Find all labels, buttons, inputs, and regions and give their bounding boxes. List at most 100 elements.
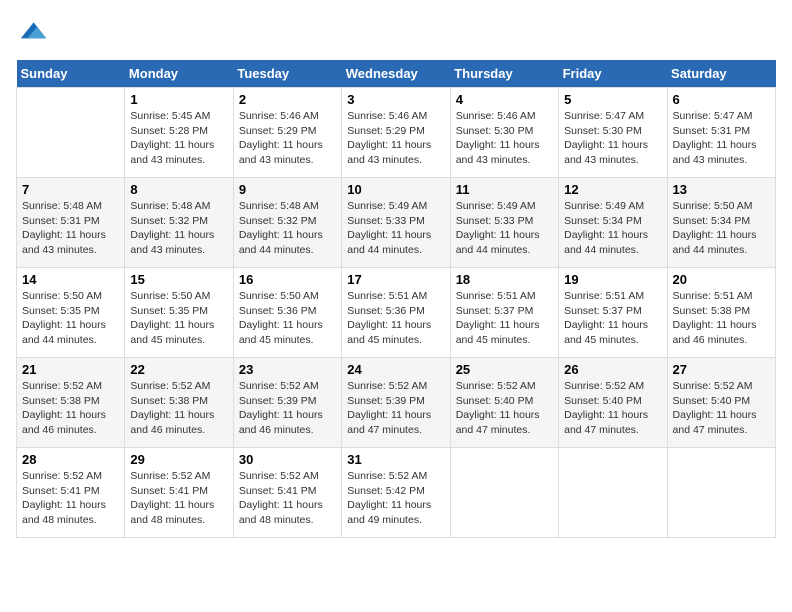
day-info: Sunrise: 5:48 AM Sunset: 5:32 PM Dayligh… <box>239 199 336 258</box>
day-cell: 10 Sunrise: 5:49 AM Sunset: 5:33 PM Dayli… <box>342 178 450 268</box>
day-info: Sunrise: 5:48 AM Sunset: 5:32 PM Dayligh… <box>130 199 227 258</box>
day-cell: 29 Sunrise: 5:52 AM Sunset: 5:41 PM Dayli… <box>125 448 233 538</box>
day-number: 14 <box>22 272 119 287</box>
day-number: 17 <box>347 272 444 287</box>
day-cell: 22Sunrise: 5:52 AM Sunset: 5:38 PM Dayli… <box>125 358 233 448</box>
day-info: Sunrise: 5:52 AM Sunset: 5:42 PM Dayligh… <box>347 469 444 528</box>
day-cell: 14 Sunrise: 5:50 AM Sunset: 5:35 PM Dayli… <box>17 268 125 358</box>
day-cell: 4 Sunrise: 5:46 AM Sunset: 5:30 PM Daylig… <box>450 88 558 178</box>
day-cell: 3 Sunrise: 5:46 AM Sunset: 5:29 PM Daylig… <box>342 88 450 178</box>
header-cell-tuesday: Tuesday <box>233 60 341 88</box>
day-info: Sunrise: 5:50 AM Sunset: 5:35 PM Dayligh… <box>130 289 227 348</box>
logo <box>16 16 52 48</box>
day-number: 30 <box>239 452 336 467</box>
logo-icon <box>16 16 48 48</box>
week-row-4: 21Sunrise: 5:52 AM Sunset: 5:38 PM Dayli… <box>17 358 776 448</box>
day-cell: 19 Sunrise: 5:51 AM Sunset: 5:37 PM Dayli… <box>559 268 667 358</box>
header-cell-monday: Monday <box>125 60 233 88</box>
day-info: Sunrise: 5:52 AM Sunset: 5:40 PM Dayligh… <box>673 379 770 438</box>
day-cell: 21Sunrise: 5:52 AM Sunset: 5:38 PM Dayli… <box>17 358 125 448</box>
day-info: Sunrise: 5:52 AM Sunset: 5:41 PM Dayligh… <box>22 469 119 528</box>
day-cell: 2Sunrise: 5:46 AM Sunset: 5:29 PM Daylig… <box>233 88 341 178</box>
day-info: Sunrise: 5:51 AM Sunset: 5:37 PM Dayligh… <box>564 289 661 348</box>
day-info: Sunrise: 5:46 AM Sunset: 5:29 PM Dayligh… <box>347 109 444 168</box>
day-number: 25 <box>456 362 553 377</box>
day-cell: 5 Sunrise: 5:47 AM Sunset: 5:30 PM Daylig… <box>559 88 667 178</box>
day-cell: 9 Sunrise: 5:48 AM Sunset: 5:32 PM Daylig… <box>233 178 341 268</box>
day-number: 1 <box>130 92 227 107</box>
day-number: 13 <box>673 182 770 197</box>
day-number: 6 <box>673 92 770 107</box>
week-row-3: 14 Sunrise: 5:50 AM Sunset: 5:35 PM Dayli… <box>17 268 776 358</box>
day-cell: 13Sunrise: 5:50 AM Sunset: 5:34 PM Dayli… <box>667 178 775 268</box>
day-cell: 16Sunrise: 5:50 AM Sunset: 5:36 PM Dayli… <box>233 268 341 358</box>
day-cell: 11 Sunrise: 5:49 AM Sunset: 5:33 PM Dayli… <box>450 178 558 268</box>
day-cell: 6 Sunrise: 5:47 AM Sunset: 5:31 PM Daylig… <box>667 88 775 178</box>
day-cell: 30 Sunrise: 5:52 AM Sunset: 5:41 PM Dayli… <box>233 448 341 538</box>
day-number: 27 <box>673 362 770 377</box>
day-number: 18 <box>456 272 553 287</box>
day-number: 15 <box>130 272 227 287</box>
day-cell: 15 Sunrise: 5:50 AM Sunset: 5:35 PM Dayli… <box>125 268 233 358</box>
day-cell: 20Sunrise: 5:51 AM Sunset: 5:38 PM Dayli… <box>667 268 775 358</box>
header-cell-wednesday: Wednesday <box>342 60 450 88</box>
day-number: 24 <box>347 362 444 377</box>
day-info: Sunrise: 5:49 AM Sunset: 5:33 PM Dayligh… <box>456 199 553 258</box>
day-info: Sunrise: 5:49 AM Sunset: 5:33 PM Dayligh… <box>347 199 444 258</box>
day-cell: 1 Sunrise: 5:45 AM Sunset: 5:28 PM Daylig… <box>125 88 233 178</box>
day-info: Sunrise: 5:50 AM Sunset: 5:35 PM Dayligh… <box>22 289 119 348</box>
day-cell: 17 Sunrise: 5:51 AM Sunset: 5:36 PM Dayli… <box>342 268 450 358</box>
day-number: 29 <box>130 452 227 467</box>
day-info: Sunrise: 5:52 AM Sunset: 5:39 PM Dayligh… <box>347 379 444 438</box>
header-row: SundayMondayTuesdayWednesdayThursdayFrid… <box>17 60 776 88</box>
day-cell <box>559 448 667 538</box>
day-cell: 24 Sunrise: 5:52 AM Sunset: 5:39 PM Dayli… <box>342 358 450 448</box>
day-number: 26 <box>564 362 661 377</box>
header-cell-saturday: Saturday <box>667 60 775 88</box>
day-info: Sunrise: 5:52 AM Sunset: 5:41 PM Dayligh… <box>130 469 227 528</box>
day-info: Sunrise: 5:51 AM Sunset: 5:37 PM Dayligh… <box>456 289 553 348</box>
day-info: Sunrise: 5:49 AM Sunset: 5:34 PM Dayligh… <box>564 199 661 258</box>
day-info: Sunrise: 5:52 AM Sunset: 5:40 PM Dayligh… <box>564 379 661 438</box>
day-info: Sunrise: 5:51 AM Sunset: 5:38 PM Dayligh… <box>673 289 770 348</box>
day-cell: 28 Sunrise: 5:52 AM Sunset: 5:41 PM Dayli… <box>17 448 125 538</box>
day-number: 5 <box>564 92 661 107</box>
day-number: 22 <box>130 362 227 377</box>
day-cell: 25 Sunrise: 5:52 AM Sunset: 5:40 PM Dayli… <box>450 358 558 448</box>
day-info: Sunrise: 5:52 AM Sunset: 5:39 PM Dayligh… <box>239 379 336 438</box>
day-cell: 23Sunrise: 5:52 AM Sunset: 5:39 PM Dayli… <box>233 358 341 448</box>
day-cell: 7Sunrise: 5:48 AM Sunset: 5:31 PM Daylig… <box>17 178 125 268</box>
day-cell: 31Sunrise: 5:52 AM Sunset: 5:42 PM Dayli… <box>342 448 450 538</box>
day-number: 19 <box>564 272 661 287</box>
day-number: 3 <box>347 92 444 107</box>
day-cell: 12 Sunrise: 5:49 AM Sunset: 5:34 PM Dayli… <box>559 178 667 268</box>
week-row-2: 7Sunrise: 5:48 AM Sunset: 5:31 PM Daylig… <box>17 178 776 268</box>
day-info: Sunrise: 5:47 AM Sunset: 5:31 PM Dayligh… <box>673 109 770 168</box>
day-cell <box>667 448 775 538</box>
week-row-5: 28 Sunrise: 5:52 AM Sunset: 5:41 PM Dayli… <box>17 448 776 538</box>
day-number: 8 <box>130 182 227 197</box>
day-cell <box>450 448 558 538</box>
day-number: 21 <box>22 362 119 377</box>
day-number: 28 <box>22 452 119 467</box>
day-info: Sunrise: 5:52 AM Sunset: 5:41 PM Dayligh… <box>239 469 336 528</box>
day-number: 12 <box>564 182 661 197</box>
calendar-table: SundayMondayTuesdayWednesdayThursdayFrid… <box>16 60 776 538</box>
header-cell-thursday: Thursday <box>450 60 558 88</box>
day-number: 11 <box>456 182 553 197</box>
day-info: Sunrise: 5:47 AM Sunset: 5:30 PM Dayligh… <box>564 109 661 168</box>
day-info: Sunrise: 5:46 AM Sunset: 5:29 PM Dayligh… <box>239 109 336 168</box>
day-info: Sunrise: 5:48 AM Sunset: 5:31 PM Dayligh… <box>22 199 119 258</box>
day-number: 10 <box>347 182 444 197</box>
day-info: Sunrise: 5:46 AM Sunset: 5:30 PM Dayligh… <box>456 109 553 168</box>
day-number: 9 <box>239 182 336 197</box>
day-cell: 26 Sunrise: 5:52 AM Sunset: 5:40 PM Dayli… <box>559 358 667 448</box>
week-row-1: 1 Sunrise: 5:45 AM Sunset: 5:28 PM Daylig… <box>17 88 776 178</box>
day-info: Sunrise: 5:51 AM Sunset: 5:36 PM Dayligh… <box>347 289 444 348</box>
header-cell-friday: Friday <box>559 60 667 88</box>
day-number: 4 <box>456 92 553 107</box>
day-cell <box>17 88 125 178</box>
day-info: Sunrise: 5:52 AM Sunset: 5:40 PM Dayligh… <box>456 379 553 438</box>
header-cell-sunday: Sunday <box>17 60 125 88</box>
day-info: Sunrise: 5:45 AM Sunset: 5:28 PM Dayligh… <box>130 109 227 168</box>
